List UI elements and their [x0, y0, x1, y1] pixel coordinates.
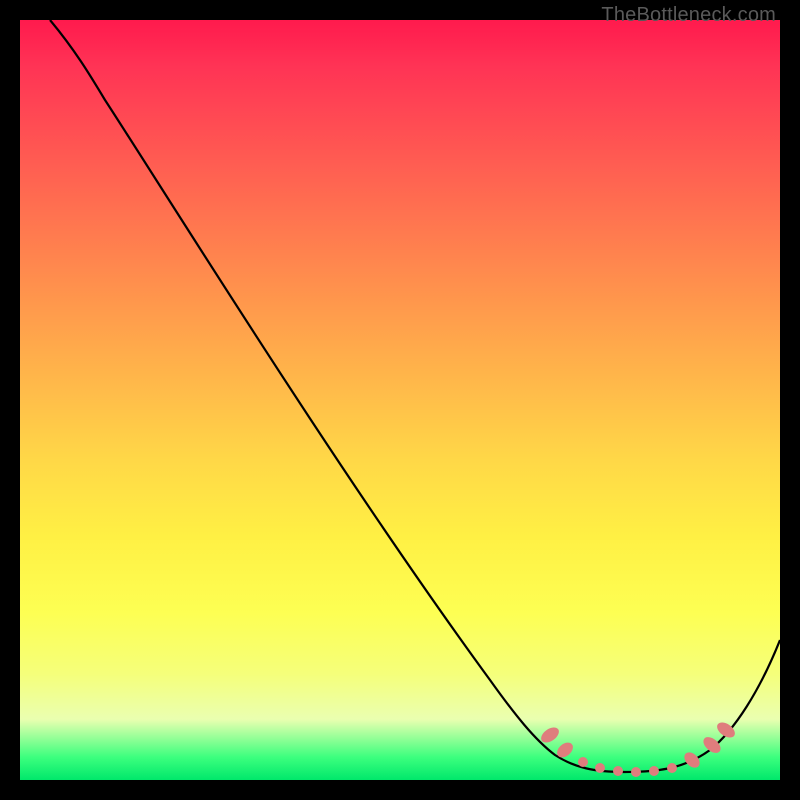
attribution-label: TheBottleneck.com	[601, 4, 776, 27]
plot-area	[20, 20, 780, 780]
line-layer	[20, 20, 780, 780]
bottleneck-curve	[50, 20, 780, 772]
chart-frame: TheBottleneck.com	[0, 0, 800, 800]
highlight-markers	[538, 719, 737, 777]
